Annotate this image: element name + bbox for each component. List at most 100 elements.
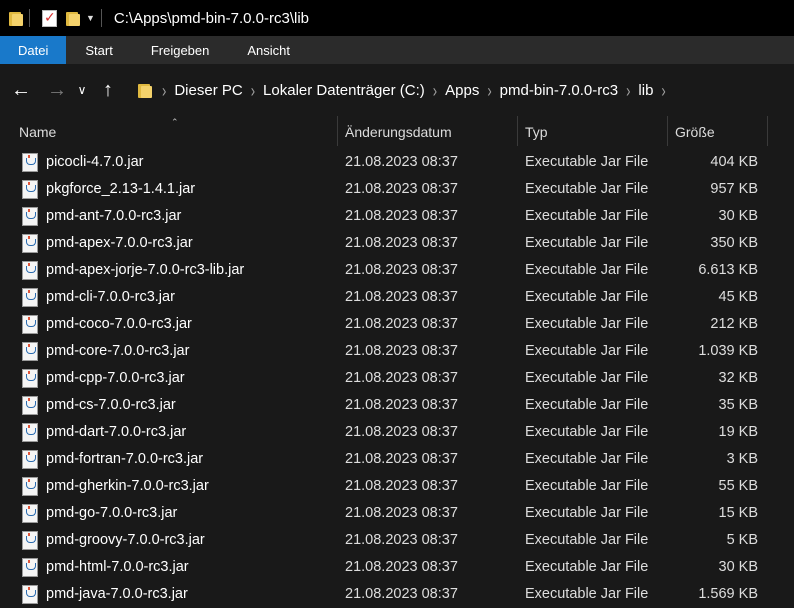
file-size: 15 KB [718, 505, 759, 521]
recent-locations-chevron-icon[interactable]: ∨ [75, 83, 89, 97]
file-row[interactable]: pmd-dart-7.0.0-rc3.jar 21.08.2023 08:37 Ex… [0, 419, 794, 446]
file-row[interactable]: pmd-fortran-7.0.0-rc3.jar 21.08.2023 08:3… [0, 446, 794, 473]
file-date: 21.08.2023 08:37 [345, 154, 458, 170]
breadcrumb-apps[interactable]: Apps [445, 82, 479, 99]
file-size: 1.039 KB [698, 343, 758, 359]
file-type: Executable Jar File [525, 397, 649, 413]
tab-start[interactable]: Start [66, 36, 131, 64]
file-name: pmd-core-7.0.0-rc3.jar [46, 343, 190, 359]
jar-file-icon [22, 369, 38, 388]
file-name: pmd-html-7.0.0-rc3.jar [46, 559, 189, 575]
breadcrumb-lib[interactable]: lib [638, 82, 653, 99]
chevron-right-icon[interactable]: › [626, 80, 630, 101]
file-row[interactable]: pmd-apex-7.0.0-rc3.jar 21.08.2023 08:37 Ex… [0, 230, 794, 257]
file-name: pmd-gherkin-7.0.0-rc3.jar [46, 478, 209, 494]
file-name: pmd-cli-7.0.0-rc3.jar [46, 289, 175, 305]
file-size: 404 KB [710, 154, 758, 170]
file-row[interactable]: pmd-apex-jorje-7.0.0-rc3-lib.jar 21.08.20… [0, 257, 794, 284]
quick-access-toolbar: ▼ [0, 0, 108, 36]
jar-file-icon [22, 234, 38, 253]
chevron-right-icon[interactable]: › [162, 80, 166, 101]
file-date: 21.08.2023 08:37 [345, 208, 458, 224]
file-date: 21.08.2023 08:37 [345, 181, 458, 197]
file-name: pmd-go-7.0.0-rc3.jar [46, 505, 178, 521]
file-size: 1.569 KB [698, 586, 758, 602]
file-name: pmd-cpp-7.0.0-rc3.jar [46, 370, 185, 386]
file-date: 21.08.2023 08:37 [345, 343, 458, 359]
breadcrumb-dieser-pc[interactable]: Dieser PC [174, 82, 242, 99]
file-row[interactable]: pmd-go-7.0.0-rc3.jar 21.08.2023 08:37 Exec… [0, 500, 794, 527]
tab-freigeben[interactable]: Freigeben [132, 36, 229, 64]
file-date: 21.08.2023 08:37 [345, 289, 458, 305]
jar-file-icon [22, 288, 38, 307]
file-row[interactable]: pmd-groovy-7.0.0-rc3.jar 21.08.2023 08:37… [0, 527, 794, 554]
file-type: Executable Jar File [525, 532, 649, 548]
up-arrow-icon[interactable]: ↑ [96, 79, 120, 102]
column-header-size[interactable]: Größe [667, 116, 767, 146]
file-size: 32 KB [718, 370, 759, 386]
jar-file-icon [22, 558, 38, 577]
file-type: Executable Jar File [525, 262, 649, 278]
file-type: Executable Jar File [525, 343, 649, 359]
file-size: 55 KB [718, 478, 759, 494]
file-name: pmd-ant-7.0.0-rc3.jar [46, 208, 182, 224]
tab-datei[interactable]: Datei [0, 36, 67, 64]
back-arrow-icon[interactable]: ← [9, 79, 33, 102]
new-folder-icon[interactable] [66, 10, 80, 26]
file-size: 3 KB [726, 451, 758, 467]
forward-arrow-icon[interactable]: → [45, 79, 69, 102]
file-row[interactable]: picocli-4.7.0.jar 21.08.2023 08:37 Executa… [0, 149, 794, 176]
column-header-date[interactable]: Änderungsdatum [337, 116, 517, 146]
file-row[interactable]: pmd-cli-7.0.0-rc3.jar 21.08.2023 08:37 Exe… [0, 284, 794, 311]
file-row[interactable]: pmd-java-7.0.0-rc3.jar 21.08.2023 08:37 Ex… [0, 581, 794, 608]
jar-file-icon [22, 315, 38, 334]
file-type: Executable Jar File [525, 154, 649, 170]
chevron-right-icon[interactable]: › [251, 80, 255, 101]
file-size: 957 KB [710, 181, 758, 197]
file-row[interactable]: pmd-cs-7.0.0-rc3.jar 21.08.2023 08:37 Exec… [0, 392, 794, 419]
file-row[interactable]: pmd-ant-7.0.0-rc3.jar 21.08.2023 08:37 Exe… [0, 203, 794, 230]
file-name: pmd-cs-7.0.0-rc3.jar [46, 397, 176, 413]
address-bar[interactable]: › Dieser PC › Lokaler Datenträger (C:) ›… [134, 75, 788, 105]
chevron-right-icon[interactable]: › [433, 80, 437, 101]
jar-file-icon [22, 450, 38, 469]
file-type: Executable Jar File [525, 289, 649, 305]
breadcrumb-drive-c[interactable]: Lokaler Datenträger (C:) [263, 82, 425, 99]
file-type: Executable Jar File [525, 586, 649, 602]
file-type: Executable Jar File [525, 478, 649, 494]
sort-ascending-icon: ⌃ [171, 117, 179, 127]
file-size: 30 KB [718, 559, 759, 575]
file-name: pmd-apex-jorje-7.0.0-rc3-lib.jar [46, 262, 245, 278]
jar-file-icon [22, 261, 38, 280]
properties-icon[interactable] [42, 9, 57, 27]
jar-file-icon [22, 423, 38, 442]
file-row[interactable]: pmd-gherkin-7.0.0-rc3.jar 21.08.2023 08:3… [0, 473, 794, 500]
file-row[interactable]: pmd-core-7.0.0-rc3.jar 21.08.2023 08:37 Ex… [0, 338, 794, 365]
file-date: 21.08.2023 08:37 [345, 235, 458, 251]
breadcrumb-pmd-bin[interactable]: pmd-bin-7.0.0-rc3 [500, 82, 618, 99]
file-name: pmd-fortran-7.0.0-rc3.jar [46, 451, 204, 467]
file-type: Executable Jar File [525, 181, 649, 197]
file-name: pmd-dart-7.0.0-rc3.jar [46, 424, 187, 440]
separator [100, 9, 102, 27]
file-row[interactable]: pkgforce_2.13-1.4.1.jar 21.08.2023 08:37 E… [0, 176, 794, 203]
window-title: C:\Apps\pmd-bin-7.0.0-rc3\lib [113, 9, 310, 27]
file-name: pmd-coco-7.0.0-rc3.jar [46, 316, 192, 332]
jar-file-icon [22, 504, 38, 523]
file-size: 35 KB [718, 397, 759, 413]
jar-file-icon [22, 531, 38, 550]
file-row[interactable]: pmd-cpp-7.0.0-rc3.jar 21.08.2023 08:37 Exe… [0, 365, 794, 392]
chevron-right-icon[interactable]: › [487, 80, 491, 101]
file-type: Executable Jar File [525, 505, 649, 521]
file-row[interactable]: pmd-html-7.0.0-rc3.jar 21.08.2023 08:37 Ex… [0, 554, 794, 581]
column-divider[interactable] [767, 116, 768, 146]
navigation-bar: ← → ∨ ↑ › Dieser PC › Lokaler Datenträge… [0, 64, 794, 116]
tab-ansicht[interactable]: Ansicht [228, 36, 309, 64]
file-date: 21.08.2023 08:37 [345, 505, 458, 521]
chevron-right-icon[interactable]: › [661, 80, 665, 101]
file-date: 21.08.2023 08:37 [345, 397, 458, 413]
customize-toolbar-icon[interactable]: ▼ [86, 13, 95, 23]
column-header-type[interactable]: Typ [517, 116, 667, 146]
jar-file-icon [22, 180, 38, 199]
file-row[interactable]: pmd-coco-7.0.0-rc3.jar 21.08.2023 08:37 Ex… [0, 311, 794, 338]
